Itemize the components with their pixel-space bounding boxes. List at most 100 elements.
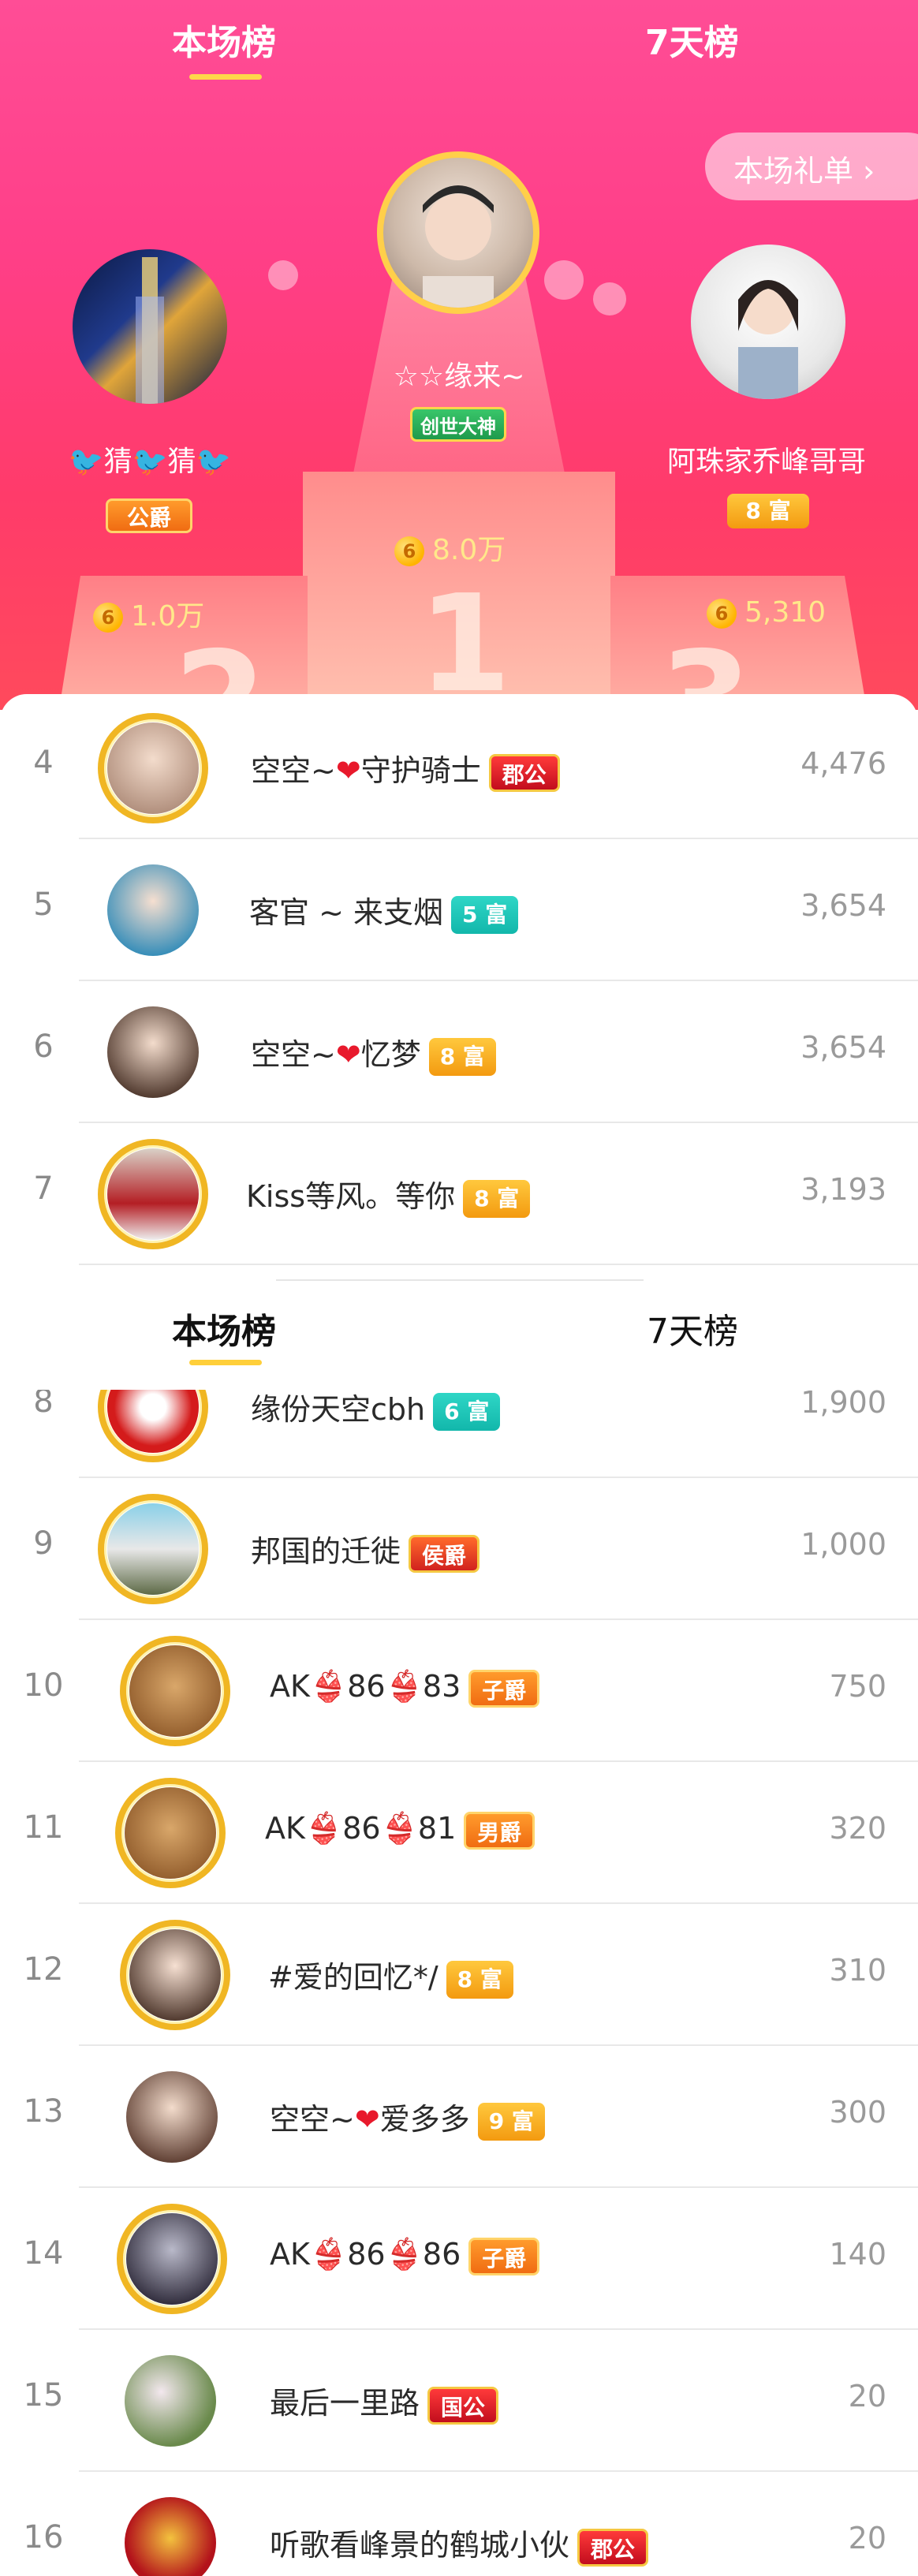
active-tab-indicator: [189, 1360, 262, 1365]
rank-number: 6: [33, 1029, 54, 1065]
rich-badge: 5 富: [451, 895, 519, 934]
user-name: 最后一里路 国公: [270, 2379, 499, 2425]
noble-badge: 男爵: [464, 1811, 536, 1850]
rank-number: 11: [23, 1809, 64, 1846]
score: 320: [829, 1811, 886, 1846]
decor-bubble: [593, 282, 626, 315]
list-item[interactable]: 5 客官 ~ 来支烟 5 富 3,654: [0, 839, 918, 981]
tab-bar: 本场榜 7天榜: [0, 0, 918, 80]
rank-number: 16: [23, 2519, 64, 2555]
avatar[interactable]: [125, 1787, 216, 1879]
list-item[interactable]: 9 邦国的迁徙 侯爵 1,000: [0, 1478, 918, 1620]
user-name: AK👙86👙81 男爵: [265, 1811, 536, 1850]
user-name: Kiss等风。等你 8 富: [246, 1172, 531, 1218]
noble-badge: 郡公: [577, 2528, 649, 2567]
list-item[interactable]: 13 空空~❤爱多多 9 富 300: [0, 2046, 918, 2188]
score: 3,654: [800, 1030, 886, 1065]
decor-bubble: [544, 260, 584, 300]
score: 4,476: [800, 746, 886, 781]
third-place-score: 6 5,310: [707, 596, 826, 629]
first-place-name: ☆☆缘来~: [393, 360, 525, 393]
third-place-avatar[interactable]: [691, 245, 845, 399]
avatar[interactable]: [107, 1148, 199, 1240]
noble-badge: 子爵: [468, 1669, 540, 1708]
podium-block-first: 1: [303, 472, 615, 710]
avatar[interactable]: [107, 864, 199, 956]
rank-number: 15: [23, 2377, 64, 2414]
second-place-avatar[interactable]: [73, 249, 227, 404]
coin-icon: 6: [93, 603, 123, 633]
active-tab-indicator: [189, 74, 262, 80]
gift-list-button[interactable]: 本场礼单 ›: [705, 133, 918, 200]
rich-badge: 8 富: [446, 1960, 513, 1999]
rank-number: 9: [33, 1525, 54, 1562]
list-item[interactable]: 10 AK👙86👙83 子爵 750: [0, 1620, 918, 1762]
rank-number: 12: [23, 1951, 64, 1988]
score: 1,900: [800, 1385, 886, 1420]
leaderboard-podium: 本场榜 7天榜 本场礼单 › ☆☆缘来~ 创世大神 🐦猜🐦猜🐦 公爵 阿珠家乔峰…: [0, 0, 918, 710]
user-name: AK👙86👙86 子爵: [270, 2237, 540, 2275]
list-item[interactable]: 7 Kiss等风。等你 8 富 3,193: [0, 1123, 918, 1265]
rich-badge: 9 富: [477, 2102, 545, 2141]
avatar[interactable]: [107, 1503, 199, 1595]
tab-session-rank[interactable]: 本场榜: [172, 1303, 276, 1353]
noble-badge: 子爵: [468, 2237, 540, 2275]
coin-icon: 6: [394, 536, 424, 566]
avatar[interactable]: [126, 2071, 218, 2163]
list-item[interactable]: 6 空空~❤忆梦 8 富 3,654: [0, 981, 918, 1123]
coin-icon: 6: [707, 599, 737, 629]
user-name: 听歌看峰景的鹤城小伙 郡公: [270, 2521, 649, 2567]
third-place-badge: 8 富: [727, 494, 809, 528]
list-item[interactable]: 4 空空~❤守护骑士 郡公 4,476: [0, 697, 918, 839]
score: 3,193: [800, 1172, 886, 1207]
avatar[interactable]: [126, 2213, 218, 2305]
row-divider: [79, 1264, 918, 1265]
tab-7day-rank[interactable]: 7天榜: [647, 1303, 738, 1353]
rich-badge: 8 富: [428, 1037, 496, 1076]
avatar[interactable]: [125, 2497, 216, 2576]
list-item[interactable]: 15 最后一里路 国公 20: [0, 2330, 918, 2472]
user-name: 缘份天空cbh 6 富: [251, 1385, 501, 1431]
avatar[interactable]: [107, 722, 199, 814]
user-name: 客官 ~ 来支烟 5 富: [249, 888, 519, 934]
tab-session-rank[interactable]: 本场榜: [172, 14, 276, 65]
sticky-tab-bar: 本场榜 7天榜: [0, 1279, 918, 1390]
score: 140: [829, 2237, 886, 2272]
score: 20: [848, 2379, 886, 2414]
second-place-name: 🐦猜🐦猜🐦: [68, 446, 232, 478]
list-item[interactable]: 14 AK👙86👙86 子爵 140: [0, 2188, 918, 2330]
rank-number: 5: [33, 887, 54, 923]
noble-badge: 国公: [427, 2386, 499, 2425]
podium-number-1: 1: [418, 566, 512, 710]
avatar[interactable]: [129, 1929, 221, 2021]
rich-badge: 6 富: [433, 1392, 501, 1431]
tower-photo-icon: [136, 257, 164, 404]
third-place-name: 阿珠家乔峰哥哥: [666, 446, 866, 478]
rank-number: 14: [23, 2235, 64, 2272]
score: 300: [829, 2095, 886, 2130]
score: 750: [829, 1669, 886, 1704]
user-name: 邦国的迁徙 侯爵: [251, 1527, 480, 1573]
user-photo-icon: [738, 280, 798, 399]
decor-bubble: [268, 260, 298, 290]
score: 310: [829, 1953, 886, 1988]
list-item[interactable]: 11 AK👙86👙81 男爵 320: [0, 1762, 918, 1904]
list-item[interactable]: 16 听歌看峰景的鹤城小伙 郡公 20: [0, 2472, 918, 2576]
avatar[interactable]: [107, 1006, 199, 1098]
user-name: 空空~❤守护骑士 郡公: [251, 746, 560, 792]
noble-badge: 侯爵: [409, 1534, 480, 1573]
first-place-score: 6 8.0万: [394, 527, 506, 568]
rank-number: 4: [33, 745, 54, 781]
first-place-avatar[interactable]: [377, 151, 539, 314]
tab-7day-rank[interactable]: 7天榜: [645, 14, 739, 65]
score: 20: [848, 2521, 886, 2555]
avatar[interactable]: [129, 1645, 221, 1737]
second-place-badge: 公爵: [106, 498, 192, 533]
user-photo-icon: [423, 185, 494, 308]
user-name: 空空~❤爱多多 9 富: [270, 2095, 545, 2141]
rank-number: 10: [23, 1667, 64, 1704]
user-name: #爱的回忆*/8 富: [268, 1953, 513, 1999]
avatar[interactable]: [125, 2355, 216, 2447]
rich-badge: 8 富: [463, 1179, 531, 1218]
list-item[interactable]: 12 #爱的回忆*/8 富 310: [0, 1904, 918, 2046]
